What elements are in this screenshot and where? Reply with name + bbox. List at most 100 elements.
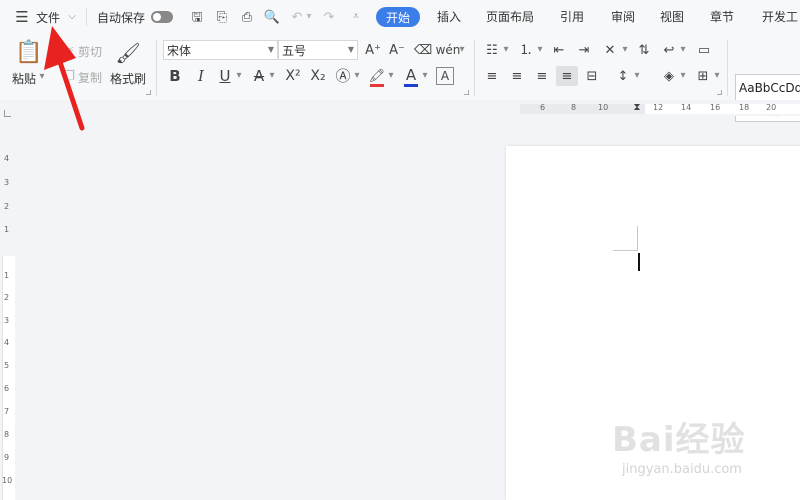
margin-corner-mark xyxy=(613,226,638,251)
ruler-number: 18 xyxy=(739,103,750,112)
decrease-indent-icon[interactable]: ⇤ xyxy=(550,41,568,59)
shading-dropdown-icon[interactable]: ▾ xyxy=(679,71,687,81)
ruler-number: 8 xyxy=(571,103,577,112)
indent-marker-icon[interactable]: ⧗ xyxy=(632,100,642,116)
file-menu-label[interactable]: 文件 xyxy=(36,9,60,26)
autosave-label: 自动保存 xyxy=(97,11,146,25)
chevron-down-icon: ▼ xyxy=(347,45,354,54)
character-shading-icon[interactable]: A xyxy=(436,67,454,85)
underline-dropdown-icon[interactable]: ▾ xyxy=(235,71,243,81)
show-marks-dropdown-icon[interactable]: ▾ xyxy=(679,45,687,55)
tab-chapter[interactable]: 章节 xyxy=(710,8,734,25)
phonetic-guide-icon[interactable]: wén xyxy=(436,42,461,58)
bullet-dropdown-icon[interactable]: ▾ xyxy=(502,45,510,55)
redo-icon[interactable]: ↷ xyxy=(321,8,337,26)
horizontal-ruler[interactable]: 6 8 10 12 14 16 18 20 ⧗ xyxy=(0,100,800,117)
phonetic-dropdown-icon[interactable]: ▾ xyxy=(458,44,466,56)
increase-indent-icon[interactable]: ⇥ xyxy=(575,41,593,59)
export-pdf-icon[interactable]: ⎘ xyxy=(213,8,231,26)
text-effect-dropdown-icon[interactable]: ▾ xyxy=(353,71,361,81)
shrink-font-icon[interactable]: A⁻ xyxy=(388,42,406,58)
divider xyxy=(86,8,87,26)
tab-developer[interactable]: 开发工 xyxy=(762,8,798,25)
ruler-number: 10 xyxy=(2,476,13,485)
grow-font-icon[interactable]: A⁺ xyxy=(364,42,382,58)
copy-icon[interactable]: ❐ xyxy=(62,69,76,83)
tab-insert[interactable]: 插入 xyxy=(437,8,461,25)
line-spacing-dropdown-icon[interactable]: ▾ xyxy=(633,71,641,81)
align-right-icon[interactable]: ≡ xyxy=(533,67,551,85)
font-name-select[interactable]: 宋体 ▼ xyxy=(163,40,278,60)
group-corner-mark xyxy=(717,90,722,95)
ruler-active-area xyxy=(645,104,800,114)
sort-icon[interactable]: ⇅ xyxy=(635,41,653,59)
print-preview-icon[interactable]: 🔍 xyxy=(263,8,281,26)
autosave-toggle[interactable] xyxy=(151,11,173,23)
ruler-number: 4 xyxy=(4,154,10,163)
hamburger-menu-icon[interactable]: ☰ xyxy=(14,9,30,25)
menu-bar: ☰ 文件 ⌵ 自动保存 🖫 ⎘ ⎙ 🔍 ↶ ▾ ↷ ⩡ 开始 插入 页面布局 引… xyxy=(0,0,800,34)
undo-icon[interactable]: ↶ xyxy=(289,8,305,26)
bullet-list-icon[interactable]: ☷ xyxy=(483,41,501,59)
align-center-icon[interactable]: ≡ xyxy=(508,67,526,85)
borders-dropdown-icon[interactable]: ▾ xyxy=(713,71,721,81)
print-icon[interactable]: ⎙ xyxy=(238,8,256,26)
ribbon-toolbar: 📋 粘贴 ▾ ✂ 剪切 ❐ 复制 🖌 格式刷 宋体 ▼ 五号 ▼ A⁺ A⁻ ⌫… xyxy=(0,34,800,122)
chinese-layout-icon[interactable]: ✕ xyxy=(600,41,620,59)
copy-label[interactable]: 复制 xyxy=(78,69,102,86)
format-painter-label[interactable]: 格式刷 xyxy=(110,70,146,87)
superscript-icon[interactable]: X² xyxy=(283,67,303,85)
cut-icon[interactable]: ✂ xyxy=(62,43,76,57)
font-color-icon[interactable]: A xyxy=(402,66,420,84)
font-color-bar xyxy=(404,84,418,87)
text-effect-icon[interactable]: Ⓐ xyxy=(334,67,352,85)
table-ruler-icon[interactable]: ▭ xyxy=(694,41,714,59)
justify-icon[interactable]: ≡ xyxy=(556,66,578,86)
tab-home[interactable]: 开始 xyxy=(376,7,420,27)
subscript-icon[interactable]: X₂ xyxy=(308,67,328,85)
show-marks-icon[interactable]: ↩ xyxy=(660,41,678,59)
group-corner-mark xyxy=(146,90,151,95)
ruler-number: 16 xyxy=(710,103,721,112)
ruler-number: 1 xyxy=(4,225,10,234)
tab-page-layout[interactable]: 页面布局 xyxy=(486,8,534,25)
paste-dropdown-icon[interactable]: ▾ xyxy=(38,72,46,82)
quick-access-more-icon[interactable]: ⩡ xyxy=(349,9,363,25)
underline-icon[interactable]: U xyxy=(216,67,234,85)
shading-icon[interactable]: ◈ xyxy=(660,67,678,85)
highlight-icon[interactable]: 🖍 xyxy=(368,67,386,85)
font-size-select[interactable]: 五号 ▼ xyxy=(278,40,358,60)
text-cursor xyxy=(638,253,640,271)
numbered-dropdown-icon[interactable]: ▾ xyxy=(536,45,544,55)
paste-icon[interactable]: 📋 xyxy=(15,40,42,66)
distributed-align-icon[interactable]: ⊟ xyxy=(583,67,601,85)
ruler-number: 2 xyxy=(4,202,10,211)
ruler-number: 14 xyxy=(681,103,692,112)
strikethrough-icon[interactable]: A xyxy=(250,67,268,85)
chevron-down-icon[interactable]: ⌵ xyxy=(66,11,78,23)
align-left-icon[interactable]: ≡ xyxy=(483,67,501,85)
line-spacing-icon[interactable]: ↕ xyxy=(614,67,632,85)
highlight-color-bar xyxy=(370,84,384,87)
tab-review[interactable]: 审阅 xyxy=(611,8,635,25)
strikethrough-dropdown-icon[interactable]: ▾ xyxy=(268,71,276,81)
bold-icon[interactable]: B xyxy=(166,67,184,85)
font-size-value: 五号 xyxy=(282,43,307,58)
chinese-layout-dropdown-icon[interactable]: ▾ xyxy=(621,45,629,55)
borders-icon[interactable]: ⊞ xyxy=(694,67,712,85)
cut-label[interactable]: 剪切 xyxy=(78,43,102,60)
save-icon[interactable]: 🖫 xyxy=(188,8,206,26)
undo-dropdown-icon[interactable]: ▾ xyxy=(305,11,313,23)
tab-view[interactable]: 视图 xyxy=(660,8,684,25)
numbered-list-icon[interactable]: ⒈ xyxy=(517,41,535,59)
vertical-ruler[interactable]: 4 3 2 1 1 2 3 4 5 6 7 8 9 10 xyxy=(0,116,16,500)
paste-label[interactable]: 粘贴 xyxy=(12,70,36,87)
font-color-dropdown-icon[interactable]: ▾ xyxy=(421,71,429,81)
tab-references[interactable]: 引用 xyxy=(560,8,584,25)
italic-icon[interactable]: I xyxy=(192,67,210,85)
divider xyxy=(727,40,728,96)
watermark-sub: jingyan.baidu.com xyxy=(622,462,742,477)
clear-format-icon[interactable]: ⌫ xyxy=(414,42,432,58)
format-painter-icon[interactable]: 🖌 xyxy=(115,40,140,66)
highlight-dropdown-icon[interactable]: ▾ xyxy=(387,71,395,81)
